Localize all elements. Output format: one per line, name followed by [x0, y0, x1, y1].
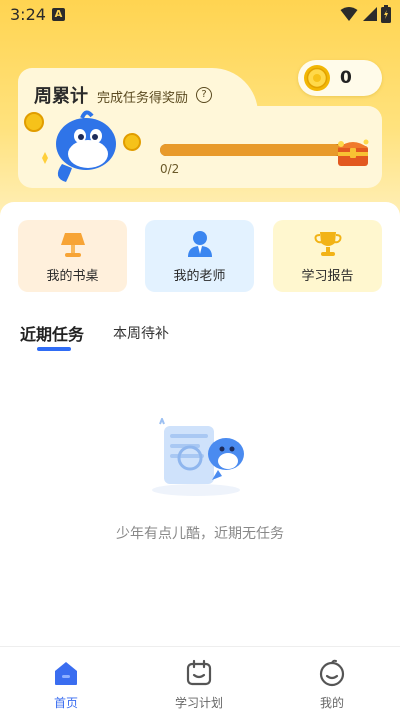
calendar-icon: [186, 659, 212, 686]
study-report-label: 学习报告: [301, 269, 354, 284]
wifi-icon: [340, 7, 358, 21]
signal-icon: [363, 7, 377, 21]
home-icon: [55, 662, 77, 685]
dolphin-mascot-icon: [24, 110, 141, 182]
bottom-navigation: 首页 学习计划 我的: [0, 646, 400, 713]
status-time: 3:24: [10, 5, 46, 24]
teacher-icon: [188, 231, 212, 257]
help-icon[interactable]: ?: [196, 87, 212, 103]
coin-icon: [304, 65, 330, 91]
battery-icon: [381, 5, 391, 23]
empty-state-message: 少年有点儿酷，近期无任务: [116, 526, 284, 542]
profile-face-icon: [319, 659, 345, 687]
nav-home[interactable]: 首页: [16, 647, 116, 713]
treasure-chest-icon[interactable]: [333, 134, 373, 170]
nav-mine[interactable]: 我的: [282, 647, 382, 713]
my-desk-button[interactable]: 我的书桌: [18, 220, 127, 292]
nav-study-plan[interactable]: 学习计划: [149, 647, 249, 713]
nav-study-plan-label: 学习计划: [174, 696, 223, 710]
trophy-icon: [314, 232, 342, 256]
tab-week-pending[interactable]: 本周待补: [113, 323, 169, 343]
nav-home-label: 首页: [53, 696, 78, 710]
notification-icon: A: [52, 8, 65, 21]
coin-balance[interactable]: 0: [298, 60, 382, 96]
active-tab-indicator: [37, 347, 71, 351]
my-desk-label: 我的书桌: [46, 269, 99, 284]
tab-recent-tasks[interactable]: 近期任务: [20, 321, 84, 345]
coin-count: 0: [340, 68, 352, 88]
desk-lamp-icon: [61, 233, 85, 257]
weekly-progress-fill: [160, 144, 341, 156]
empty-tasks-illustration-icon: [152, 418, 244, 496]
weekly-progress-bar: [160, 144, 350, 156]
my-teacher-button[interactable]: 我的老师: [145, 220, 254, 292]
status-bar: 3:24 A: [0, 0, 400, 28]
nav-mine-label: 我的: [319, 696, 344, 710]
study-report-button[interactable]: 学习报告: [273, 220, 382, 292]
my-teacher-label: 我的老师: [173, 269, 226, 284]
weekly-progress-text: 0/2: [160, 162, 180, 176]
